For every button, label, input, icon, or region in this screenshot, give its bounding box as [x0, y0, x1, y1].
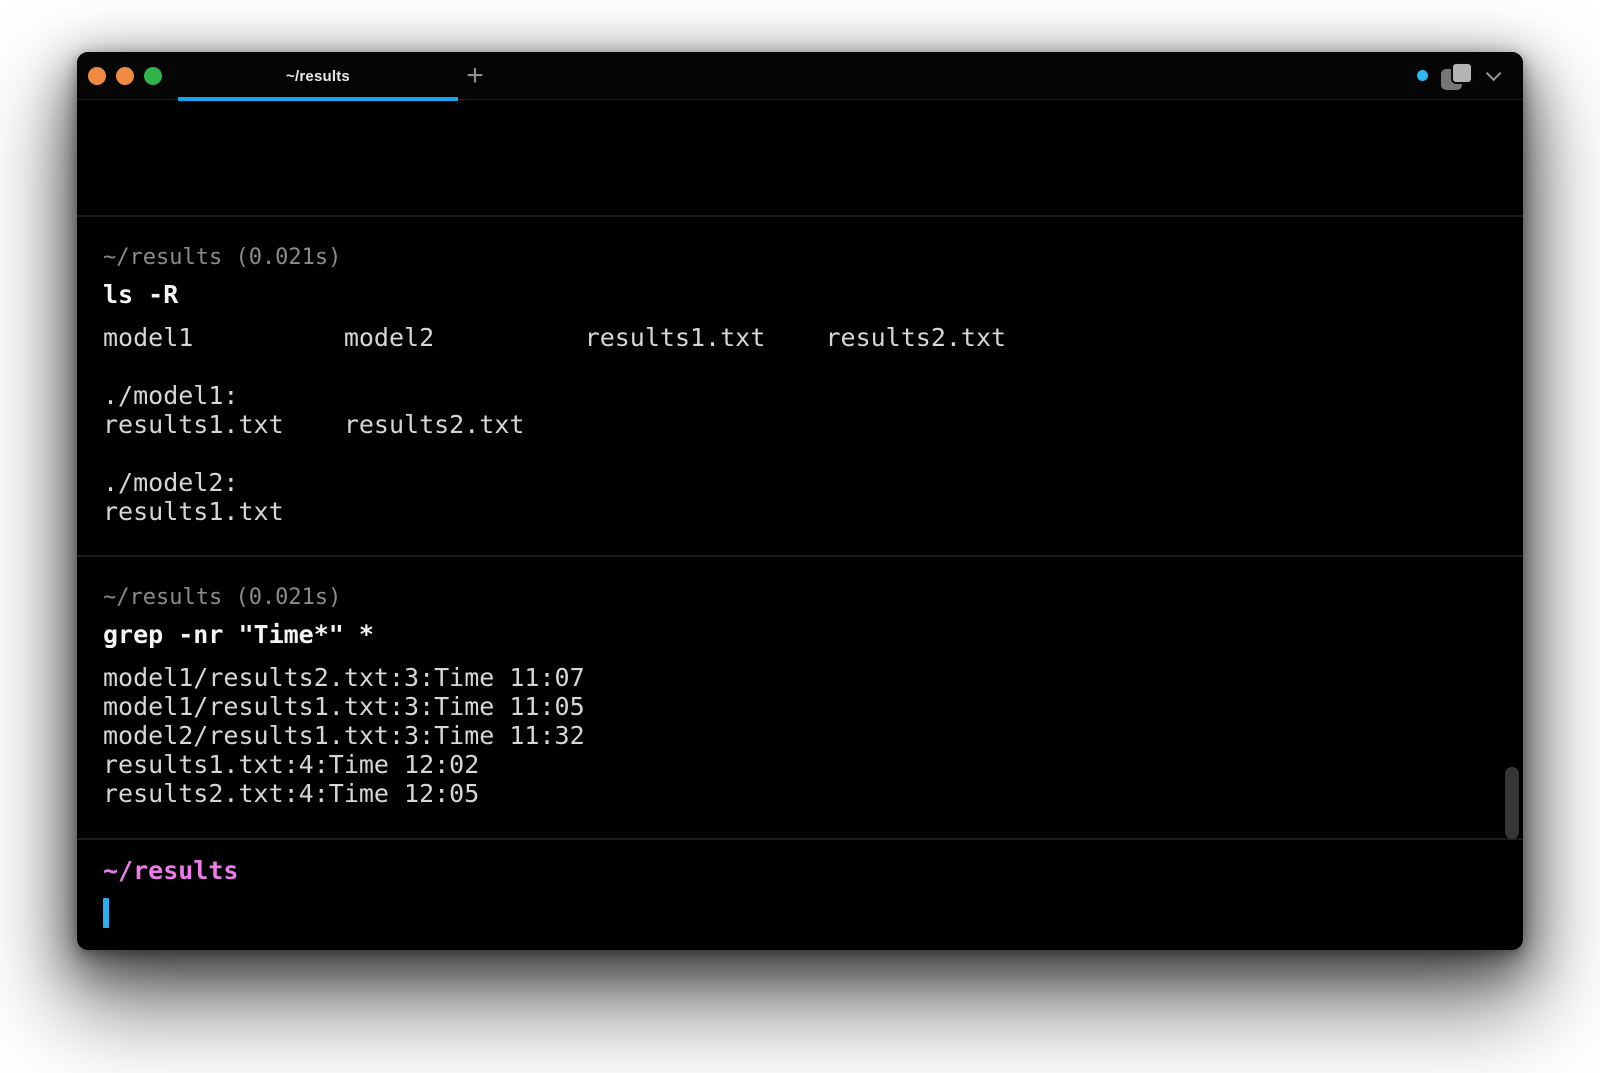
titlebar: ~/results + [77, 52, 1523, 100]
tab-results[interactable]: ~/results [178, 52, 458, 100]
block-header: ~/results (0.021s) [103, 244, 1497, 271]
prompt-block: ~/results [77, 838, 1523, 950]
command-input[interactable] [103, 898, 1497, 928]
scrollbar-thumb[interactable] [1505, 767, 1519, 839]
zoom-button[interactable] [144, 67, 162, 85]
traffic-lights [77, 67, 162, 85]
chevron-down-icon[interactable] [1486, 66, 1502, 82]
command-block-ls: ~/results (0.021s) ls -R model1 model2 r… [77, 215, 1523, 555]
minimize-button[interactable] [116, 67, 134, 85]
terminal-content: ~/results (0.021s) ls -R model1 model2 r… [77, 100, 1523, 950]
block-command: grep -nr "Time*" * [103, 620, 1497, 650]
new-tab-button[interactable]: + [455, 52, 495, 100]
close-button[interactable] [88, 67, 106, 85]
empty-scrollback [77, 100, 1523, 215]
panes-icon[interactable] [1441, 62, 1473, 90]
text-cursor [103, 898, 109, 928]
command-output: model1 model2 results1.txt results2.txt … [103, 323, 1497, 526]
notification-dot-icon [1417, 70, 1428, 81]
command-output: model1/results2.txt:3:Time 11:07 model1/… [103, 663, 1497, 808]
block-command: ls -R [103, 280, 1497, 310]
tab-title: ~/results [286, 68, 350, 85]
pane-front-shape [1451, 62, 1473, 84]
block-header: ~/results (0.021s) [103, 584, 1497, 611]
prompt-path: ~/results [103, 856, 1497, 886]
terminal-window: ~/results + ~/results (0.021s) ls -R mod… [77, 52, 1523, 950]
command-block-grep: ~/results (0.021s) grep -nr "Time*" * mo… [77, 555, 1523, 838]
titlebar-right-controls [1417, 62, 1523, 90]
